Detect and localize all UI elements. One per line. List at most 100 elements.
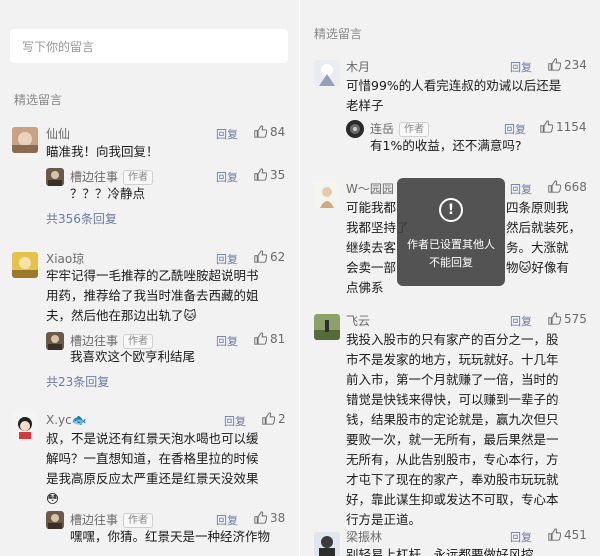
comment-text: 是我高原反应太严重还是红景天没效果: [46, 471, 259, 486]
comment-text: 继续去客: [346, 240, 397, 255]
left-comments-panel: 写下你的留言 精选留言 仙仙 回复 84 瞄准我！向我回复！ 槽边往事 作者 回复…: [0, 0, 300, 556]
thumbs-up-icon: [254, 511, 267, 524]
reply-button[interactable]: 回复: [216, 126, 238, 142]
thumbs-up-icon: [254, 332, 267, 345]
comment-input-placeholder: 写下你的留言: [22, 40, 95, 54]
reply-button[interactable]: 回复: [510, 313, 532, 329]
comment-text: 好，靠此谋生抑或发达不可取，专心本: [346, 492, 559, 507]
comment-text: 我投入股市的只有家产的百分之一，股: [346, 332, 559, 347]
reply-button[interactable]: 回复: [510, 529, 532, 545]
like-button[interactable]: 2: [262, 412, 286, 426]
thumbs-up-icon: [540, 120, 553, 133]
comment-text: 行方是正道。: [346, 512, 422, 527]
comment-text: 瞄准我！向我回复！: [46, 144, 159, 159]
thumbs-up-icon: [548, 528, 561, 541]
like-button[interactable]: 38: [254, 511, 285, 525]
commenter-name: 梁振林: [346, 530, 383, 544]
thumbs-up-icon: [548, 180, 561, 193]
avatar[interactable]: [314, 182, 340, 208]
thumbs-up-icon: [254, 125, 267, 138]
comment-text: 解吗？一直想知道，在香格里拉的时候: [46, 451, 259, 466]
like-button[interactable]: 35: [254, 168, 285, 182]
comment-text: 会卖一部: [346, 260, 397, 275]
like-count: 35: [270, 168, 286, 182]
thumbs-up-icon: [548, 58, 561, 71]
like-button[interactable]: 62: [254, 250, 285, 264]
commenter-name: 仙仙: [46, 127, 71, 141]
avatar[interactable]: [12, 252, 38, 278]
toast-message: 作者已设置其他人不能回复: [407, 238, 495, 269]
thumbs-up-icon: [254, 250, 267, 263]
author-avatar: [46, 332, 64, 350]
commenter-name: 飞云: [346, 314, 371, 328]
author-reply-header: 连岳 作者: [370, 120, 430, 137]
like-count: 575: [564, 312, 587, 326]
avatar[interactable]: [314, 60, 340, 86]
toast-popup: ! 作者已设置其他人不能回复: [397, 178, 505, 286]
comment-text: 然后就装死，: [506, 220, 582, 235]
author-avatar: [46, 511, 64, 529]
exclamation-icon: !: [439, 198, 463, 222]
author-name: 连岳: [370, 122, 395, 136]
commenter-name: Xiao琼: [46, 252, 85, 266]
like-button[interactable]: 668: [548, 180, 587, 194]
author-name: 槽边往事: [70, 334, 119, 348]
reply-button[interactable]: 回复: [504, 121, 526, 137]
comment-text: 可惜99%的人看完连叔的劝诫以后还是: [346, 78, 562, 93]
like-count: 668: [564, 180, 587, 194]
author-name: 槽边往事: [70, 170, 119, 184]
like-count: 451: [564, 528, 587, 542]
like-count: 81: [270, 332, 286, 346]
author-reply-text: ？？？冷静点: [70, 186, 146, 201]
more-replies-link[interactable]: 共356条回复: [46, 210, 117, 227]
author-reply-header: 槽边往事 作者: [70, 511, 154, 528]
commenter-name: W～园园: [346, 182, 394, 196]
thumbs-up-icon: [548, 312, 561, 325]
comment-text: 要败一次，就一无所有，最后果然是一: [346, 432, 559, 447]
comment-text: 务。大涨就: [506, 240, 569, 255]
comment-text: 才屯下了现在的家产，奉劝股市玩玩就: [346, 472, 559, 487]
like-count: 1154: [556, 120, 587, 134]
avatar[interactable]: [314, 532, 340, 556]
like-button[interactable]: 234: [548, 58, 587, 72]
section-title: 精选留言: [14, 93, 63, 107]
comment-text: 老样子: [346, 98, 384, 113]
reply-button[interactable]: 回复: [224, 413, 246, 429]
like-button[interactable]: 84: [254, 125, 285, 139]
like-count: 234: [564, 58, 587, 72]
comment-text: 点佛系: [346, 280, 384, 295]
comment-text: 市不是发家的地方，玩玩就好。十几年: [346, 352, 559, 367]
commenter-name: 木月: [346, 60, 371, 74]
author-badge: 作者: [123, 170, 154, 185]
reply-button[interactable]: 回复: [510, 181, 532, 197]
like-count: 84: [270, 125, 286, 139]
comment-input[interactable]: 写下你的留言: [10, 29, 288, 63]
comment-text: 物🐱好像有: [506, 260, 570, 275]
reply-button[interactable]: 回复: [216, 251, 238, 267]
comment-text: 😳: [46, 491, 60, 506]
reply-button[interactable]: 回复: [216, 169, 238, 185]
author-badge: 作者: [399, 122, 430, 137]
author-reply-text: 嘿嘿，你猜。红景天是一种经济作物: [70, 529, 271, 544]
comment-text: 用药，推荐给了我当时准备去西藏的姐: [46, 288, 259, 303]
like-count: 62: [270, 250, 286, 264]
avatar[interactable]: [314, 314, 340, 340]
reply-button[interactable]: 回复: [510, 59, 532, 75]
avatar[interactable]: [12, 413, 38, 439]
like-button[interactable]: 81: [254, 332, 285, 346]
avatar[interactable]: [12, 127, 38, 153]
comment-text: 牢牢记得一毛推荐的乙酰唑胺超说明书: [46, 268, 259, 283]
like-button[interactable]: 1154: [540, 120, 587, 134]
commenter-name: X.yc🐟: [46, 413, 87, 427]
reply-button[interactable]: 回复: [216, 333, 238, 349]
author-reply-header: 槽边往事 作者: [70, 168, 154, 185]
reply-button[interactable]: 回复: [216, 512, 238, 528]
comment-text: 钱，结果股市的定论就是，赢九次但只: [346, 412, 559, 427]
like-count: 38: [270, 511, 286, 525]
comment-text: 夫，然后他在那边出轨了🐱: [46, 308, 197, 323]
more-replies-link[interactable]: 共23条回复: [46, 373, 109, 390]
like-button[interactable]: 451: [548, 528, 587, 542]
like-button[interactable]: 575: [548, 312, 587, 326]
comment-text: 四条原则我: [506, 200, 569, 215]
comment-text: 前入市，第一个月就赚了一倍，当时的: [346, 372, 559, 387]
